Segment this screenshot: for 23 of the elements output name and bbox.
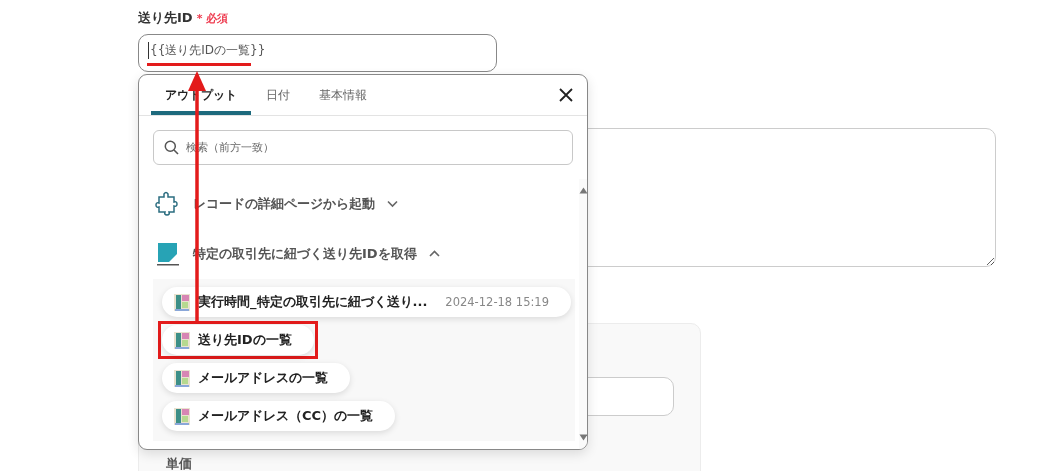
puzzle-icon	[155, 191, 181, 217]
app-logo-icon	[155, 241, 181, 267]
required-mark: *	[196, 12, 203, 25]
output-item[interactable]: 送り先IDの一覧	[162, 325, 314, 355]
field-label: 単価	[166, 455, 193, 471]
tab[interactable]: 基本情報	[305, 75, 381, 115]
scrollbar[interactable]	[578, 179, 587, 449]
image-icon	[174, 331, 190, 349]
output-item[interactable]: メールアドレスの一覧	[162, 363, 350, 393]
tab[interactable]: 日付	[252, 75, 304, 115]
output-item[interactable]: メールアドレス（CC）の一覧	[162, 401, 396, 431]
field-value: {{送り先IDの一覧}}	[148, 41, 266, 59]
close-icon	[559, 88, 573, 102]
scroll-up-icon[interactable]	[578, 187, 587, 194]
close-button[interactable]	[557, 86, 575, 104]
field-label: 送り先ID	[138, 9, 193, 27]
image-icon	[174, 369, 190, 387]
search-icon	[164, 140, 179, 155]
image-icon	[174, 293, 190, 311]
image-icon	[174, 407, 190, 425]
scroll-down-icon[interactable]	[578, 434, 587, 441]
text-field[interactable]: {{送り先IDの一覧}}	[138, 34, 497, 72]
required-label: 必須	[206, 11, 229, 26]
